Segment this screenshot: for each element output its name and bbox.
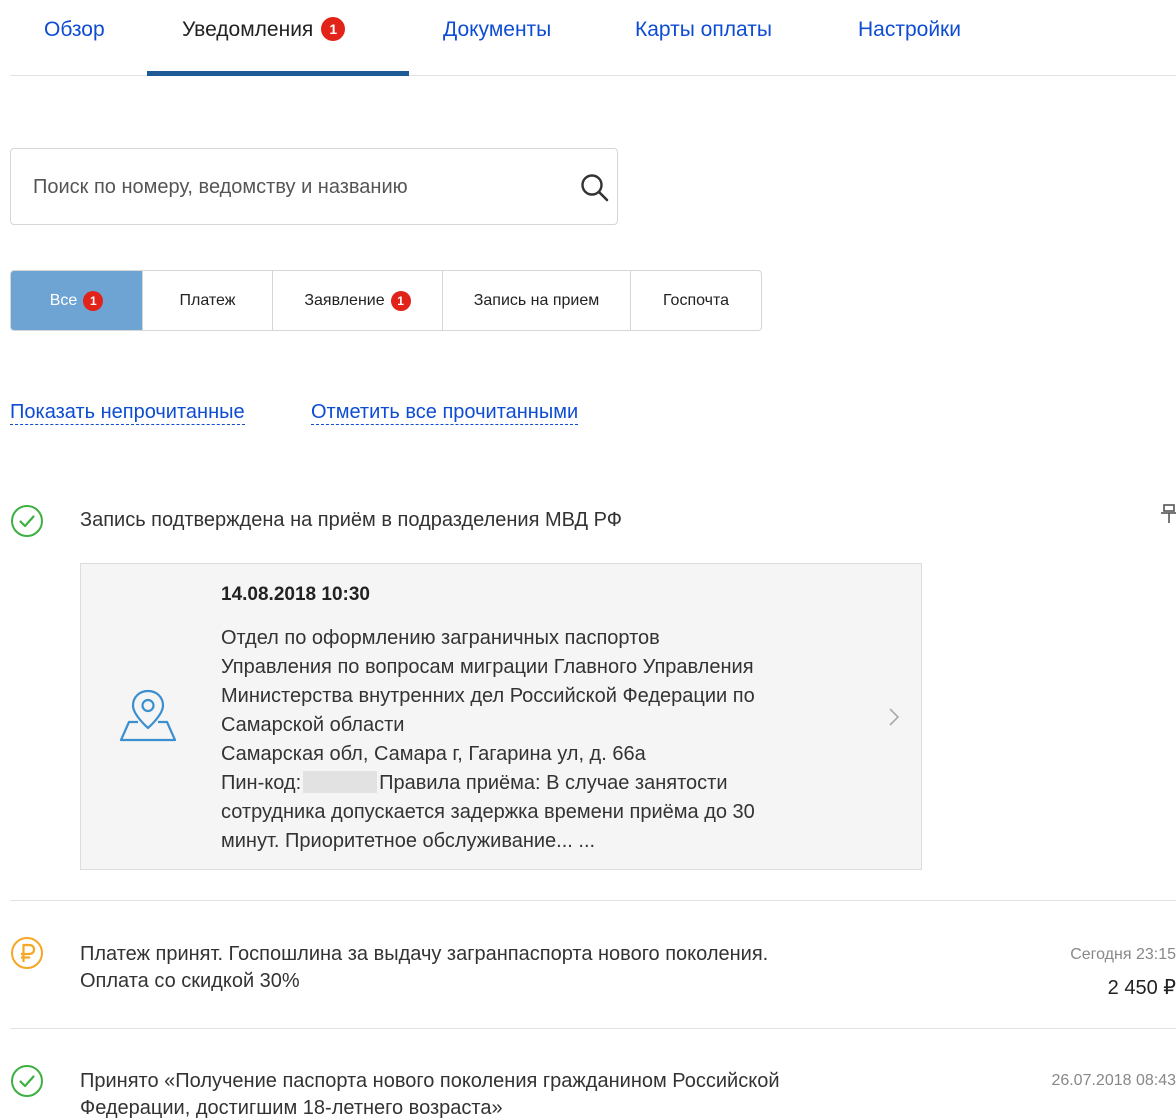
search-icon[interactable] <box>578 171 612 205</box>
appointment-datetime: 14.08.2018 10:30 <box>221 584 370 605</box>
divider <box>10 1028 1176 1029</box>
tab-settings[interactable]: Настройки <box>858 0 961 76</box>
rules-text: Правила приёма: В случае занятости <box>379 772 728 794</box>
pin-rules-line: Пин-код: Правила приёма: В случае занятос… <box>221 769 841 798</box>
notification-date: Сегодня 23:15 <box>1070 946 1176 963</box>
tab-documents[interactable]: Документы <box>443 0 551 76</box>
rules-text-line: минут. Приоритетное обслуживание... ... <box>221 830 596 852</box>
notification-title-line: Принято «Получение паспорта нового покол… <box>80 1070 780 1092</box>
notification-title: Запись подтверждена на приём в подраздел… <box>80 509 622 531</box>
notification-title-line: Федерации, достигшим 18-летнего возраста… <box>80 1097 503 1119</box>
pin-code-masked <box>303 771 378 793</box>
pin-icon[interactable] <box>1160 503 1176 525</box>
tab-label: Уведомления <box>182 18 314 41</box>
filter-label: Все <box>49 291 78 309</box>
search-input[interactable] <box>33 169 553 205</box>
tab-overview[interactable]: Обзор <box>44 0 105 76</box>
tab-label: Настройки <box>858 18 961 41</box>
office-name-line: Отдел по оформлению заграничных паспорто… <box>221 627 660 649</box>
filter-label: Госпочта <box>662 291 730 309</box>
check-circle-icon <box>11 1065 43 1097</box>
notifications-count-badge: 1 <box>321 17 346 41</box>
notification-title: Принято «Получение паспорта нового покол… <box>80 1068 780 1120</box>
filter-count-badge: 1 <box>390 290 411 311</box>
filter-label: Запись на прием <box>473 291 600 309</box>
tab-bar: Обзор Уведомления 1 Документы Карты оплат… <box>10 0 1176 76</box>
office-name-line: Управления по вопросам миграции Главного… <box>221 656 754 678</box>
filter-application[interactable]: Заявление 1 <box>273 271 443 330</box>
check-circle-icon <box>11 505 43 537</box>
ruble-circle-icon <box>11 937 43 969</box>
notification-title-line: Платеж принят. Госпошлина за выдачу загр… <box>80 943 769 965</box>
notification-type-filter: Все 1 Платеж Заявление 1 Запись на прием Г… <box>10 270 762 331</box>
map-pin-icon <box>119 689 177 742</box>
notification-title-line: Оплата со скидкой 30% <box>80 970 300 992</box>
office-name-line: Министерства внутренних дел Российской Ф… <box>221 685 755 707</box>
appointment-card[interactable]: 14.08.2018 10:30 Отдел по оформлению заг… <box>80 563 922 870</box>
pin-label: Пин-код: <box>221 772 302 794</box>
filter-count-badge: 1 <box>83 290 104 311</box>
notification-title: Платеж принят. Госпошлина за выдачу загр… <box>80 941 768 995</box>
tab-label: Обзор <box>44 18 105 41</box>
office-name-line: Самарской области <box>221 714 405 736</box>
active-tab-indicator <box>147 71 409 76</box>
mark-all-read-link[interactable]: Отметить все прочитанными <box>311 400 579 425</box>
filter-gospochta[interactable]: Госпочта <box>631 271 761 330</box>
tab-payment-cards[interactable]: Карты оплаты <box>635 0 772 76</box>
filter-label: Платеж <box>179 291 236 309</box>
notification-date: 26.07.2018 08:43 <box>1051 1072 1176 1089</box>
rules-text-line: сотрудника допускается задержка времени … <box>221 801 755 823</box>
appointment-details: Отдел по оформлению заграничных паспорто… <box>221 624 841 856</box>
search-box <box>10 148 618 225</box>
payment-amount: 2 450 ₽ <box>1107 977 1176 999</box>
tab-label: Карты оплаты <box>635 18 772 41</box>
filter-all[interactable]: Все 1 <box>11 271 143 330</box>
show-unread-link[interactable]: Показать непрочитанные <box>10 400 245 425</box>
filter-label: Заявление <box>304 291 385 309</box>
filter-payment[interactable]: Платеж <box>143 271 273 330</box>
divider <box>10 900 1176 901</box>
tab-notifications[interactable]: Уведомления 1 <box>182 0 346 76</box>
filter-appointment[interactable]: Запись на прием <box>443 271 631 330</box>
tab-label: Документы <box>443 18 552 41</box>
office-address: Самарская обл, Самара г, Гагарина ул, д.… <box>221 743 646 765</box>
chevron-right-icon <box>889 708 900 726</box>
